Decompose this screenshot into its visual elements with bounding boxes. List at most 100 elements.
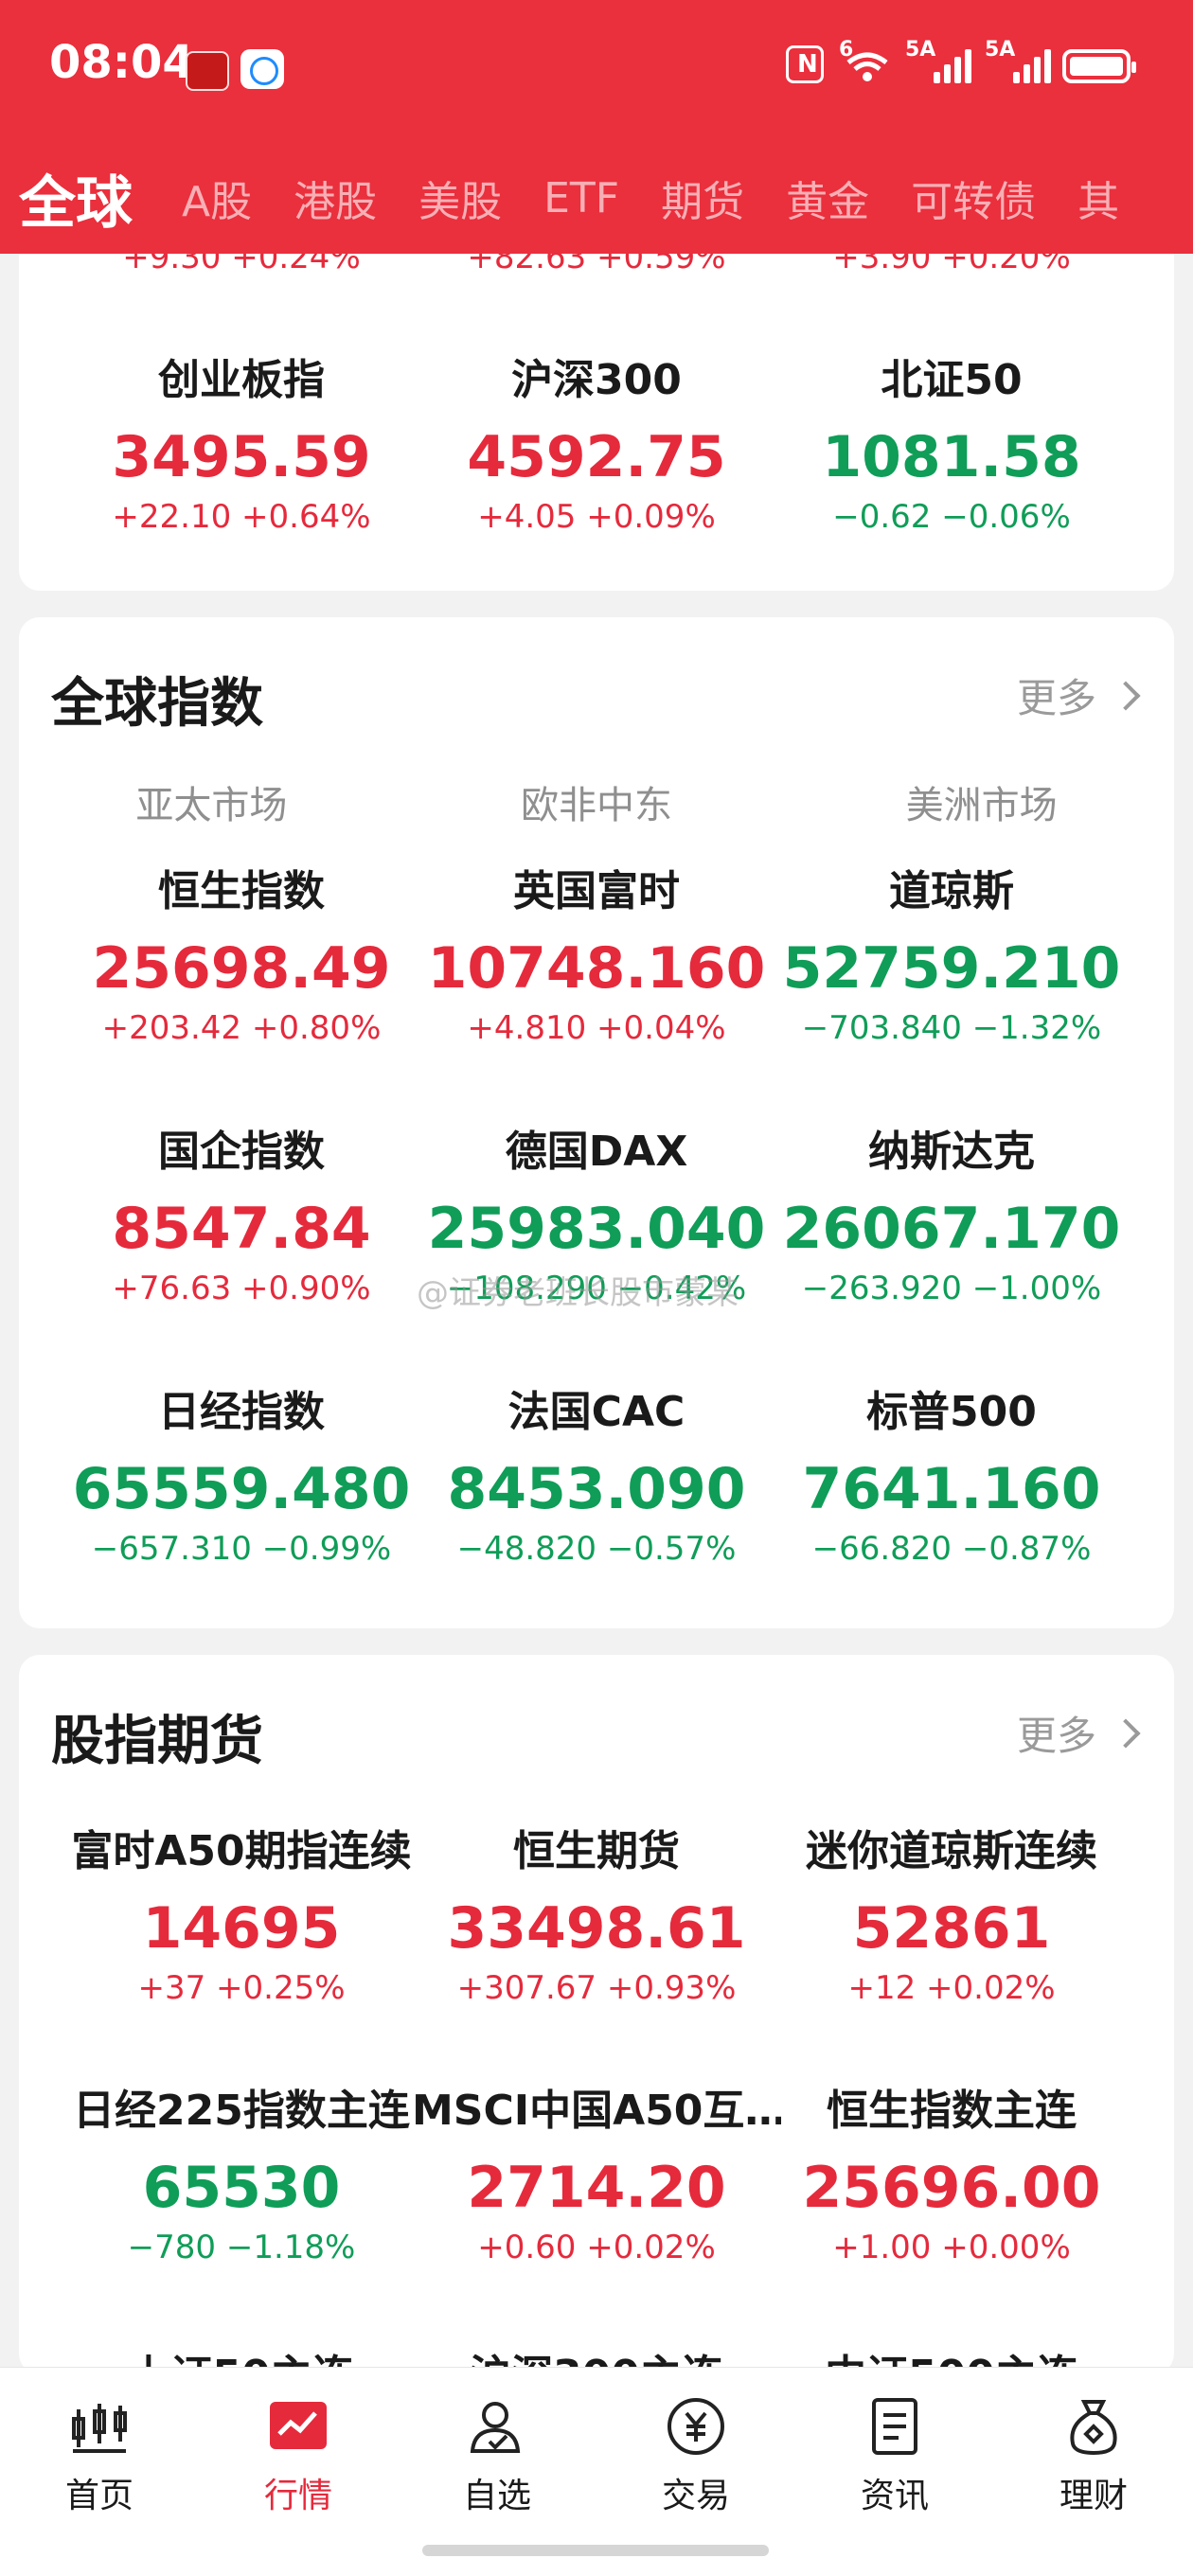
index-value: 52861 bbox=[852, 1895, 1051, 1962]
index-value: 8453.090 bbox=[447, 1456, 746, 1522]
more-label: 更多 bbox=[1016, 1713, 1096, 1759]
index-cell[interactable]: 日经指数 65559.480 −657.310 −0.99% bbox=[57, 1386, 426, 1568]
tab-gold[interactable]: 黄金 bbox=[786, 168, 869, 228]
watermark: @证券老班长股市蒙某 bbox=[417, 1274, 739, 1312]
index-change: −703.840 −1.32% bbox=[801, 1009, 1102, 1047]
index-value: 3495.59 bbox=[112, 424, 371, 490]
tab-a-shares[interactable]: A股 bbox=[182, 168, 252, 228]
tab-etf[interactable]: ETF bbox=[543, 174, 619, 222]
index-name: 法国CAC bbox=[507, 1388, 686, 1436]
index-change: +22.10 +0.64% bbox=[112, 498, 371, 536]
news-doc-icon bbox=[864, 2396, 925, 2457]
index-name: 标普500 bbox=[866, 1388, 1037, 1436]
index-value: 8547.84 bbox=[112, 1196, 371, 1262]
index-change: −66.820 −0.87% bbox=[811, 1530, 1092, 1568]
chat-app-icon bbox=[240, 49, 284, 89]
market-chart-icon bbox=[268, 2396, 329, 2457]
candlestick-icon bbox=[69, 2396, 130, 2457]
tab-us[interactable]: 美股 bbox=[418, 168, 502, 228]
index-name: 富时A50期指连续 bbox=[71, 1827, 412, 1875]
index-cell[interactable]: 富时A50期指连续 14695 +37 +0.25% bbox=[57, 1825, 426, 2007]
tab-global[interactable]: 全球 bbox=[19, 157, 133, 240]
region-asia-pacific: 亚太市场 bbox=[135, 784, 288, 827]
index-cell[interactable]: 法国CAC 8453.090 −48.820 −0.57% bbox=[412, 1386, 781, 1568]
index-cell[interactable]: 沪深300 4592.75 +4.05 +0.09% bbox=[412, 354, 781, 536]
section-title: 股指期货 bbox=[51, 1711, 263, 1772]
section-title: 全球指数 bbox=[51, 673, 263, 735]
index-cell[interactable]: 纳斯达克 26067.170 −263.920 −1.00% bbox=[767, 1126, 1136, 1307]
more-link[interactable]: 更多 bbox=[1016, 666, 1141, 724]
index-change: +0.60 +0.02% bbox=[477, 2229, 716, 2266]
index-cell[interactable]: 道琼斯 52759.210 −703.840 −1.32% bbox=[767, 865, 1136, 1047]
nav-market[interactable]: 行情 bbox=[199, 2396, 398, 2517]
index-name: 英国富时 bbox=[513, 867, 680, 915]
chevron-right-icon bbox=[1111, 1718, 1141, 1749]
index-name: 道琼斯 bbox=[889, 867, 1014, 915]
index-change: −263.920 −1.00% bbox=[801, 1270, 1102, 1307]
tab-other[interactable]: 其 bbox=[1077, 168, 1119, 228]
nfc-icon: N bbox=[786, 45, 824, 83]
global-indices-card: 全球指数 更多 亚太市场 欧非中东 美洲市场 恒生指数 25698.49 +203.… bbox=[19, 617, 1174, 1628]
index-value: 7641.160 bbox=[802, 1456, 1101, 1522]
index-name: 日经指数 bbox=[158, 1388, 325, 1436]
index-value: 25983.040 bbox=[427, 1196, 766, 1262]
nav-label: 理财 bbox=[1059, 2477, 1128, 2515]
tab-convertible[interactable]: 可转债 bbox=[911, 168, 1036, 228]
nav-label: 首页 bbox=[64, 2477, 134, 2515]
index-cell[interactable]: 国企指数 8547.84 +76.63 +0.90% bbox=[57, 1126, 426, 1307]
nav-wealth[interactable]: 理财 bbox=[994, 2396, 1193, 2517]
nav-label: 资讯 bbox=[860, 2477, 929, 2515]
index-futures-card: 股指期货 更多 富时A50期指连续 14695 +37 +0.25% 恒生期货 3349… bbox=[19, 1655, 1174, 2374]
user-check-icon bbox=[467, 2396, 527, 2457]
index-change: −48.820 −0.57% bbox=[456, 1530, 737, 1568]
chevron-right-icon bbox=[1111, 681, 1141, 711]
top-header: 08:04 N 6 5A 5A 全球 A股 港股 美股 ETF 期货 黄金 可转 bbox=[0, 0, 1193, 254]
more-label: 更多 bbox=[1016, 675, 1096, 721]
index-change: −780 −1.18% bbox=[127, 2229, 356, 2266]
index-change: +12 +0.02% bbox=[847, 1969, 1056, 2007]
index-name: MSCI中国A50互… bbox=[412, 2087, 781, 2135]
index-name: 恒生指数主连 bbox=[827, 2087, 1077, 2135]
index-value: 33498.61 bbox=[447, 1895, 746, 1962]
tab-hk[interactable]: 港股 bbox=[294, 168, 377, 228]
index-name: 国企指数 bbox=[158, 1128, 325, 1176]
wifi-label: 6 bbox=[839, 38, 854, 62]
nav-watchlist[interactable]: 自选 bbox=[398, 2396, 596, 2517]
index-cell[interactable]: 恒生期货 33498.61 +307.67 +0.93% bbox=[412, 1825, 781, 2007]
china-indices-card: +9.30 +0.24% +82.63 +0.59% +3.90 +0.20% … bbox=[19, 218, 1174, 591]
index-cell[interactable]: 标普500 7641.160 −66.820 −0.87% bbox=[767, 1386, 1136, 1568]
index-change: +76.63 +0.90% bbox=[112, 1270, 371, 1307]
index-name: 日经225指数主连 bbox=[73, 2087, 410, 2135]
nav-home[interactable]: 首页 bbox=[0, 2396, 199, 2517]
index-cell[interactable]: 英国富时 10748.160 +4.810 +0.04% bbox=[412, 865, 781, 1047]
index-cell[interactable]: 创业板指 3495.59 +22.10 +0.64% bbox=[57, 354, 426, 536]
battery-icon bbox=[1062, 49, 1136, 83]
signal-icon-2: 5A bbox=[985, 38, 1051, 83]
index-cell[interactable]: MSCI中国A50互… 2714.20 +0.60 +0.02% bbox=[412, 2085, 781, 2266]
index-cell[interactable]: 恒生指数主连 25696.00 +1.00 +0.00% bbox=[767, 2085, 1136, 2266]
index-name: 恒生指数 bbox=[158, 867, 325, 915]
index-value: 25698.49 bbox=[92, 935, 391, 1002]
index-cell[interactable]: 日经225指数主连 65530 −780 −1.18% bbox=[57, 2085, 426, 2266]
index-value: 25696.00 bbox=[802, 2155, 1101, 2221]
wifi-icon: 6 bbox=[839, 38, 894, 83]
nav-news[interactable]: 资讯 bbox=[795, 2396, 994, 2517]
index-value: 4592.75 bbox=[467, 424, 726, 490]
index-value: 2714.20 bbox=[467, 2155, 726, 2221]
index-value: 10748.160 bbox=[427, 935, 766, 1002]
index-cell[interactable]: 迷你道琼斯连续 52861 +12 +0.02% bbox=[767, 1825, 1136, 2007]
index-cell[interactable]: 北证50 1081.58 −0.62 −0.06% bbox=[767, 354, 1136, 536]
yuan-coin-icon bbox=[666, 2396, 726, 2457]
more-link[interactable]: 更多 bbox=[1016, 1704, 1141, 1762]
nav-trade[interactable]: 交易 bbox=[596, 2396, 795, 2517]
market-tabs: 全球 A股 港股 美股 ETF 期货 黄金 可转债 其 bbox=[0, 142, 1193, 254]
tab-futures[interactable]: 期货 bbox=[661, 168, 744, 228]
index-name: 沪深300 bbox=[511, 356, 682, 404]
index-cell[interactable]: 恒生指数 25698.49 +203.42 +0.80% bbox=[57, 865, 426, 1047]
index-value: 65559.480 bbox=[72, 1456, 411, 1522]
region-headers: 亚太市场 欧非中东 美洲市场 bbox=[19, 774, 1174, 829]
home-indicator[interactable] bbox=[422, 2545, 769, 2556]
money-bag-icon bbox=[1063, 2396, 1124, 2457]
signal-icon: 5A bbox=[905, 38, 971, 83]
index-change: +203.42 +0.80% bbox=[101, 1009, 382, 1047]
